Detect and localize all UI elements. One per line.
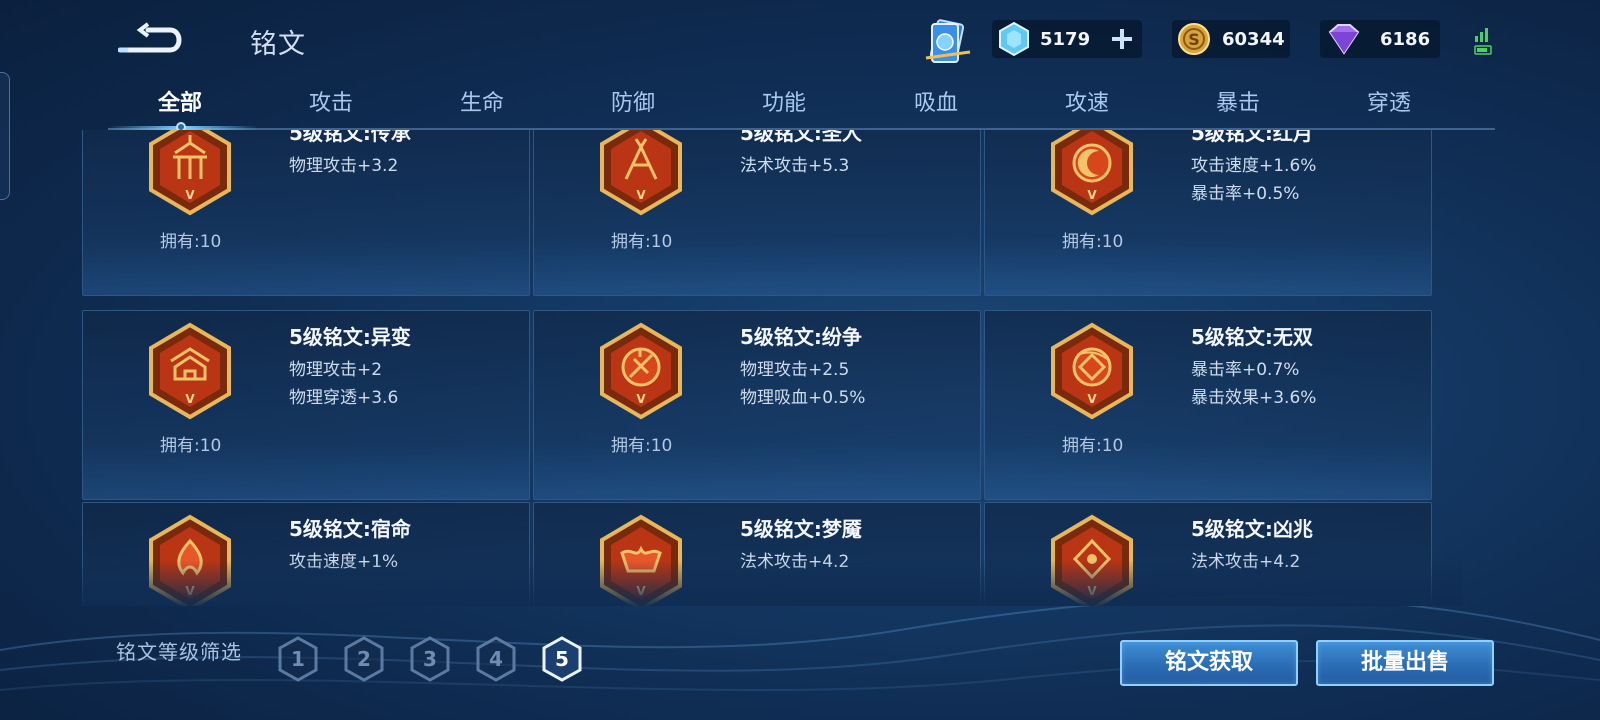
- gem-value: 5179: [1040, 28, 1091, 50]
- inscription-owned: 拥有:10: [160, 436, 222, 456]
- get-inscription-button[interactable]: 铭文获取: [1120, 640, 1298, 686]
- tab-utility[interactable]: 功能: [724, 88, 844, 126]
- inscription-card[interactable]: V 5级铭文:纷争 物理攻击+2.5 物理吸血+0.5% 拥有:10: [533, 310, 981, 500]
- level-filter-3[interactable]: 3: [408, 635, 452, 683]
- tab-all[interactable]: 全部: [120, 88, 240, 126]
- svg-text:1: 1: [291, 647, 305, 671]
- inscription-card[interactable]: V 5级铭文:红月 攻击速度+1.6% 暴击率+0.5% 拥有:10: [984, 130, 1432, 296]
- svg-text:V: V: [185, 392, 195, 406]
- inscription-badge-icon: V: [600, 514, 682, 606]
- inscription-card[interactable]: V 5级铭文:无双 暴击率+0.7% 暴击效果+3.6% 拥有:10: [984, 310, 1432, 500]
- level-filter-2[interactable]: 2: [342, 635, 386, 683]
- gold-coin-icon: S: [1178, 23, 1210, 55]
- inscription-stat: 物理攻击+2: [289, 360, 383, 380]
- inscription-stat: 物理攻击+2.5: [740, 360, 850, 380]
- svg-text:V: V: [636, 188, 646, 202]
- svg-text:V: V: [1087, 392, 1097, 406]
- inscription-name: 5级铭文:梦魇: [740, 517, 862, 541]
- side-edge-tab[interactable]: [0, 72, 10, 200]
- card-pack-icon[interactable]: [924, 18, 972, 68]
- inscription-name: 5级铭文:异变: [289, 325, 411, 349]
- inscription-owned: 拥有:10: [611, 436, 673, 456]
- tab-health[interactable]: 生命: [422, 88, 542, 126]
- inscription-name: 5级铭文:传承: [289, 130, 411, 145]
- tab-penetration[interactable]: 穿透: [1329, 88, 1449, 126]
- tab-attack[interactable]: 攻击: [271, 88, 391, 126]
- gold-counter: S 60344: [1172, 20, 1290, 58]
- inscription-stat: 物理攻击+3.2: [289, 156, 399, 176]
- inscription-stat: 法术攻击+4.2: [740, 552, 850, 572]
- inscription-card[interactable]: V 5级铭文:异变 物理攻击+2 物理穿透+3.6 拥有:10: [82, 310, 530, 500]
- tab-lifesteal[interactable]: 吸血: [876, 88, 996, 126]
- svg-text:S: S: [1188, 30, 1200, 49]
- svg-text:V: V: [1087, 188, 1097, 202]
- diamond-value: 6186: [1380, 28, 1431, 50]
- inscription-owned: 拥有:10: [1062, 436, 1124, 456]
- inscription-name: 5级铭文:宿命: [289, 517, 411, 541]
- inscription-badge-icon: V: [149, 514, 231, 606]
- inscription-name: 5级铭文:圣人: [740, 130, 862, 145]
- level-filter-5[interactable]: 5: [540, 635, 584, 683]
- inscription-name: 5级铭文:纷争: [740, 325, 862, 349]
- signal-icon: [1474, 28, 1492, 55]
- svg-text:3: 3: [423, 647, 437, 671]
- inscription-stat: 暴击率+0.7%: [1191, 360, 1300, 380]
- inscription-name: 5级铭文:凶兆: [1191, 517, 1313, 541]
- inscription-card[interactable]: V 5级铭文:圣人 法术攻击+5.3 拥有:10: [533, 130, 981, 296]
- gem-counter: 5179: [992, 20, 1142, 58]
- svg-text:4: 4: [489, 647, 503, 671]
- diamond-icon: [1328, 24, 1360, 55]
- inscription-badge-icon: V: [149, 322, 231, 420]
- inscription-stat: 攻击速度+1%: [289, 552, 399, 572]
- inscription-name: 5级铭文:无双: [1191, 325, 1313, 349]
- inscription-grid: V 5级铭文:传承 物理攻击+3.2 拥有:10 V 5级铭文:圣人 法术攻击+…: [82, 130, 1462, 606]
- inscription-card[interactable]: V 5级铭文:传承 物理攻击+3.2 拥有:10: [82, 130, 530, 296]
- svg-text:V: V: [1087, 584, 1097, 598]
- inscription-badge-icon: V: [1051, 130, 1133, 216]
- inscription-stat: 法术攻击+4.2: [1191, 552, 1301, 572]
- tab-attack-speed[interactable]: 攻速: [1027, 88, 1147, 126]
- svg-text:5: 5: [555, 647, 569, 671]
- gold-value: 60344: [1222, 28, 1285, 50]
- category-tabs: 全部 攻击 生命 防御 功能 吸血 攻速 暴击 穿透: [108, 88, 1495, 128]
- inscription-card[interactable]: V 5级铭文:宿命 攻击速度+1%: [82, 502, 530, 606]
- inscription-badge-icon: V: [1051, 322, 1133, 420]
- gem-icon: [999, 21, 1029, 57]
- inscription-stat: 法术攻击+5.3: [740, 156, 850, 176]
- tab-critical[interactable]: 暴击: [1178, 88, 1298, 126]
- inscription-stat: 暴击率+0.5%: [1191, 184, 1300, 204]
- inscription-badge-icon: V: [600, 322, 682, 420]
- inscription-card[interactable]: V 5级铭文:凶兆 法术攻击+4.2: [984, 502, 1432, 606]
- inscription-stat: 攻击速度+1.6%: [1191, 156, 1317, 176]
- inscription-card[interactable]: V 5级铭文:梦魇 法术攻击+4.2: [533, 502, 981, 606]
- svg-text:V: V: [636, 392, 646, 406]
- svg-text:2: 2: [357, 647, 371, 671]
- inscription-name: 5级铭文:红月: [1191, 130, 1313, 145]
- level-filter-1[interactable]: 1: [276, 635, 320, 683]
- inscription-owned: 拥有:10: [160, 232, 222, 252]
- inscription-stat: 物理吸血+0.5%: [740, 388, 866, 408]
- tab-defense[interactable]: 防御: [573, 88, 693, 126]
- level-filter-label: 铭文等级筛选: [116, 640, 242, 664]
- inscription-owned: 拥有:10: [611, 232, 673, 252]
- inscription-owned: 拥有:10: [1062, 232, 1124, 252]
- diamond-counter: 6186: [1320, 20, 1440, 58]
- level-filter-4[interactable]: 4: [474, 635, 518, 683]
- back-arrow-icon[interactable]: [118, 20, 188, 60]
- page-title: 铭文: [250, 29, 306, 60]
- inscription-badge-icon: V: [1051, 514, 1133, 606]
- inscription-stat: 物理穿透+3.6: [289, 388, 399, 408]
- inscription-badge-icon: V: [149, 130, 231, 216]
- inscription-stat: 暴击效果+3.6%: [1191, 388, 1317, 408]
- inscription-badge-icon: V: [600, 130, 682, 216]
- svg-text:V: V: [185, 584, 195, 598]
- bulk-sell-button[interactable]: 批量出售: [1316, 640, 1494, 686]
- svg-text:V: V: [185, 188, 195, 202]
- plus-icon[interactable]: [1110, 27, 1134, 51]
- svg-text:V: V: [636, 584, 646, 598]
